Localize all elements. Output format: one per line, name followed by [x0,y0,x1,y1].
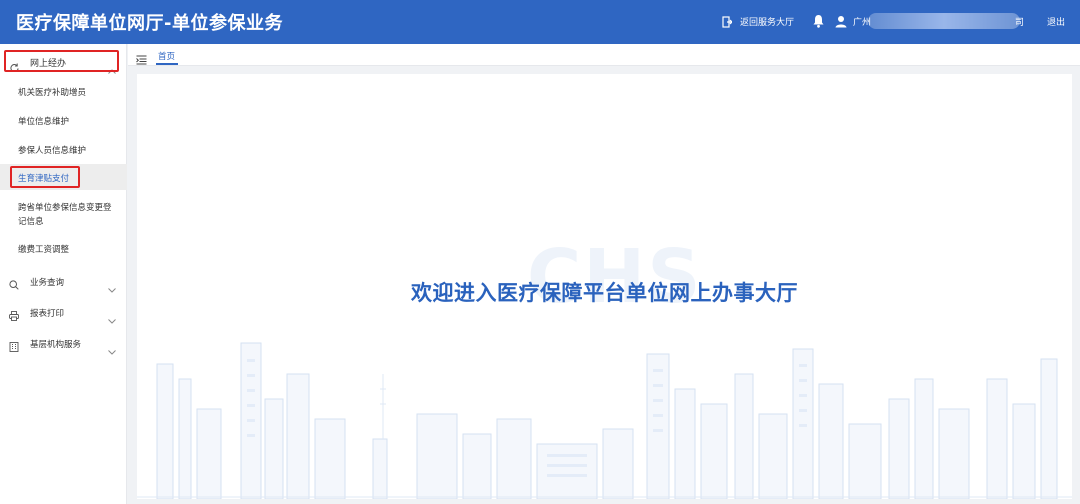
highlight-box-menu [4,50,119,72]
bell-icon[interactable] [812,13,825,32]
redacted-org-name [868,13,1020,29]
sidebar-item-label: 单位信息维护 [18,117,70,127]
tab-bar: 首页 [128,44,1080,66]
chevron-down-icon [108,340,116,359]
tab-active-indicator [156,63,178,65]
chevron-down-icon [108,278,116,297]
sidebar-item-insured-info[interactable]: 参保人员信息维护 [0,136,127,162]
menu-report-print-label: 报表打印 [30,309,65,319]
user-org-suffix[interactable]: 司 [1015,15,1024,28]
menu-online-handling[interactable]: 网上经办 [0,46,127,76]
city-skyline-illustration [137,342,1072,499]
sidebar-item-label: 参保人员信息维护 [18,146,87,156]
chevron-down-icon [108,309,116,328]
sidebar-item-maternity-allowance[interactable]: 生育津贴支付 [0,164,127,190]
sidebar-item-unit-info[interactable]: 单位信息维护 [0,107,127,133]
menu-report-print[interactable]: 报表打印 [0,297,127,327]
sidebar-item-label: 缴费工资调整 [18,245,70,255]
return-service-hall-link[interactable]: 返回服务大厅 [740,15,794,28]
tab-home[interactable]: 首页 [158,50,175,62]
app-title: 医疗保障单位网厅-单位参保业务 [16,13,283,34]
sidebar-item-label: 机关医疗补助增员 [18,88,87,98]
sidebar-item-cross-province-change[interactable]: 跨省单位参保信息变更登记信息 [0,195,127,231]
menu-business-query-label: 业务查询 [30,278,65,288]
menu-grassroots-service[interactable]: 基层机构服务 [0,328,127,358]
menu-grassroots-service-label: 基层机构服务 [30,340,82,350]
top-header: 医疗保障单位网厅-单位参保业务 返回服务大厅 广州 司 退出 [0,0,1080,44]
logout-button[interactable]: 退出 [1047,15,1065,28]
main-content: CHS 欢迎进入医疗保障平台单位网上办事大厅 [137,74,1072,499]
printer-icon [9,306,19,325]
menu-business-query[interactable]: 业务查询 [0,266,127,296]
sidebar-item-wage-adjustment[interactable]: 缴费工资调整 [0,235,127,261]
sidebar-item-label: 跨省单位参保信息变更登记信息 [18,203,112,227]
menu-collapse-icon[interactable] [136,50,147,69]
sidebar: 网上经办 机关医疗补助增员 单位信息维护 参保人员信息维护 生育津贴支付 跨省单… [0,44,127,504]
search-icon [9,275,19,294]
building-icon [9,337,19,356]
welcome-message: 欢迎进入医疗保障平台单位网上办事大厅 [411,281,798,305]
sidebar-item-gov-medical-aid[interactable]: 机关医疗补助增员 [0,78,127,104]
highlight-box-maternity [10,166,80,188]
exit-door-icon[interactable] [722,13,733,32]
user-icon[interactable] [835,13,847,32]
